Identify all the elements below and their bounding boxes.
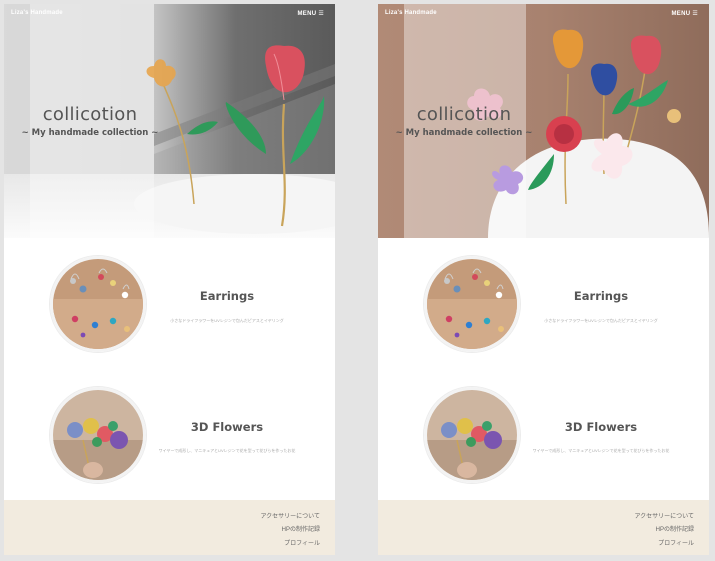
footer: アクセサリーについて HPの制作記録 プロフィール [4, 500, 335, 555]
flowers-thumbnail[interactable] [50, 387, 146, 483]
footer-link-profile[interactable]: プロフィール [284, 538, 320, 547]
earrings-title[interactable]: Earrings [147, 289, 307, 303]
footer-link-accessory[interactable]: アクセサリーについて [260, 511, 320, 520]
earrings-description: 小さなドライフラワーをUVレジンで包んだピアスとイヤリング [170, 318, 284, 323]
site-title[interactable]: Liza's Handmade [385, 10, 437, 16]
hero-subtitle: ~ My handmade collection ~ [21, 128, 159, 138]
footer-link-accessory[interactable]: アクセサリーについて [634, 511, 694, 520]
flowers-description: ワイヤーで成形し、マニキュアとUVレジンで花を型って花びらを作ったお花 [158, 448, 296, 453]
site-title[interactable]: Liza's Handmade [11, 10, 63, 16]
page-preview-left: Liza's Handmade MENU ☰ collicotion ~ My … [4, 4, 335, 555]
hero-title: collicotion [42, 104, 138, 125]
earrings-title[interactable]: Earrings [521, 289, 681, 303]
menu-button[interactable]: MENU ☰ [671, 10, 698, 17]
flowers-title[interactable]: 3D Flowers [521, 420, 681, 434]
menu-button[interactable]: MENU ☰ [297, 10, 324, 17]
hero-image-bouquet: Liza's Handmade MENU ☰ collicotion ~ My … [378, 4, 709, 238]
footer-link-hp-record[interactable]: HPの制作記録 [656, 524, 694, 533]
footer: アクセサリーについて HPの制作記録 プロフィール [378, 500, 709, 555]
hero-subtitle: ~ My handmade collection ~ [395, 128, 533, 138]
flowers-thumbnail[interactable] [424, 387, 520, 483]
hero-image-tulip: Liza's Handmade MENU ☰ collicotion ~ My … [4, 4, 335, 238]
hero-title: collicotion [416, 104, 512, 125]
flowers-title[interactable]: 3D Flowers [147, 420, 307, 434]
page-preview-right: Liza's Handmade MENU ☰ collicotion ~ My … [378, 4, 709, 555]
footer-link-profile[interactable]: プロフィール [658, 538, 694, 547]
earrings-thumbnail[interactable] [424, 256, 520, 352]
footer-link-hp-record[interactable]: HPの制作記録 [282, 524, 320, 533]
earrings-description: 小さなドライフラワーをUVレジンで包んだピアスとイヤリング [544, 318, 658, 323]
flowers-description: ワイヤーで成形し、マニキュアとUVレジンで花を型って花びらを作ったお花 [532, 448, 670, 453]
earrings-thumbnail[interactable] [50, 256, 146, 352]
